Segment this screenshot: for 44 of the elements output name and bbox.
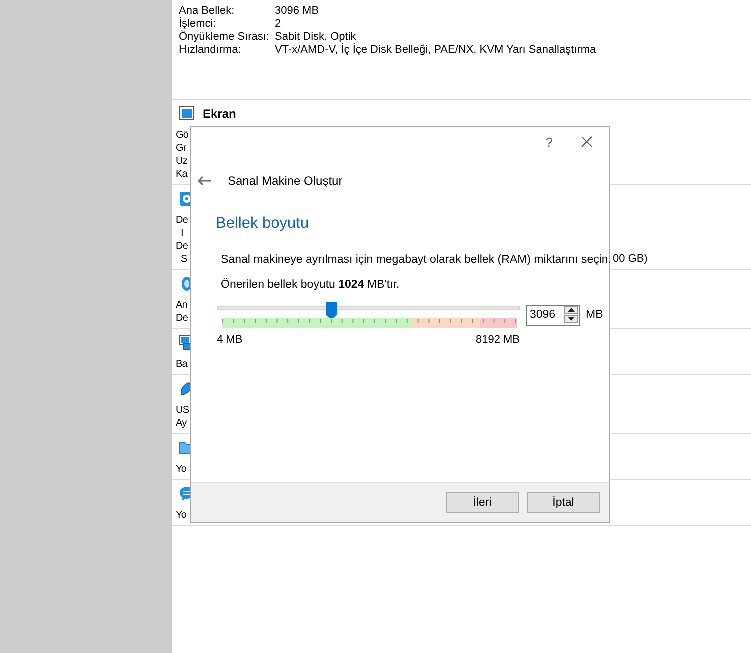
detail-text: De [176,214,188,227]
dialog-button[interactable]: İptal [527,492,600,513]
detail-text: Ay [176,417,187,430]
help-button[interactable]: ? [546,134,553,150]
detail-text: Yo [176,463,187,476]
up-triangle-icon [568,308,574,312]
spin-up-button[interactable] [564,306,578,314]
spin-down-button[interactable] [564,315,578,323]
dialog-title: Sanal Makine Oluştur [228,174,343,188]
field-label: Hızlandırma: [179,44,242,57]
dialog-button[interactable]: İleri [446,492,519,513]
monitor-icon [179,106,195,122]
detail-text: Ba [176,358,188,371]
field-label: Ana Bellek: [179,5,236,18]
recommendation-text: Önerilen bellek boyutu 1024 MB'tır. [221,277,401,293]
detail-text: An [176,299,188,312]
field-label: Önyükleme Sırası: [179,31,270,44]
memory-spinbox[interactable]: 3096 [526,304,580,326]
back-arrow-icon[interactable] [198,176,211,186]
down-triangle-icon [568,317,574,321]
detail-text: Ka [176,168,188,181]
min-label: 4 MB [217,334,243,346]
description-text: Sanal makineye ayrılması için megabayt olarak bellek (RAM) miktarını seçin. [221,253,609,268]
slider-thumb[interactable] [326,302,338,320]
section-heading: Bellek boyutu [216,214,310,234]
detail-text: Uz [176,155,188,168]
detail-text: 00 GB) [613,253,649,266]
field-value: 3096 MB [275,5,320,18]
detail-text: De [176,240,188,253]
section-title: Ekran [203,107,236,121]
detail-text: S [180,253,188,266]
unit-label: MB [586,309,604,321]
field-value: Sabit Disk, Optik [275,31,358,44]
detail-text: Yo [176,509,187,522]
field-value: VT-x/AMD-V, İç İçe Disk Belleği, PAE/NX, KVM Yarı Sanallaştırma [275,44,598,57]
detail-text: I [180,227,184,240]
max-label: 8192 MB [476,334,520,346]
detail-text: De [176,312,188,325]
detail-text: Gö [176,129,189,142]
detail-text: Gr [176,142,186,155]
field-value: 2 [275,18,282,31]
detail-text: US [176,404,190,417]
close-icon[interactable] [581,136,593,148]
field-label: İşlemci: [179,18,218,30]
